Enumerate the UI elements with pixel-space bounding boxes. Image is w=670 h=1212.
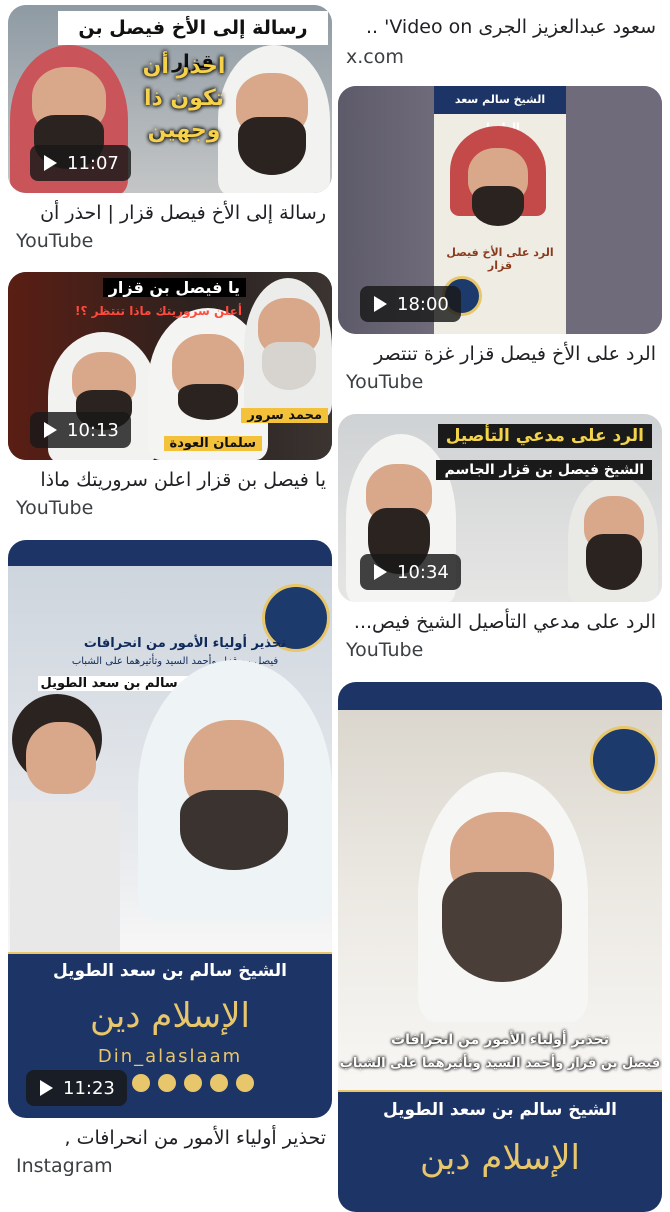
play-icon [44, 422, 57, 438]
video-thumbnail[interactable]: رسالة إلى الأخ فيصل بن قزار احذر أن تكون… [8, 5, 332, 193]
thumbnail-top-strip [338, 682, 662, 710]
video-duration: 11:07 [67, 152, 119, 174]
social-icon [132, 1074, 150, 1092]
thumbnail-subheadline: فيصل بن قزار وأحمد السيد وتأثيرهما على ا… [339, 1056, 661, 1071]
result-card[interactable]: يا فيصل بن قزار أعلن سروريتك ماذا تنتظر … [8, 272, 334, 522]
result-card[interactable]: تحذير أولياء الأمور من انحرافات فيصل بن … [338, 682, 664, 1212]
thumbnail-headline: يا فيصل بن قزار [102, 278, 246, 297]
thumbnail-banner: الشيخ سالم سعد الطويل [434, 86, 566, 134]
video-duration-badge: 11:23 [26, 1070, 127, 1106]
video-thumbnail[interactable]: الشيخ سالم سعد الطويل الرد على الأخ فيصل… [338, 86, 662, 334]
result-source: YouTube [16, 230, 94, 252]
result-title[interactable]: الرد على مدعي التأصيل الشيخ فيص... [338, 608, 664, 636]
result-title[interactable]: سعود عبدالعزيز الجرى Video on' .. [338, 0, 664, 42]
channel-handle: Din_alaslaam [97, 1046, 243, 1067]
result-card[interactable]: الرد على مدعي التأصيل الشيخ فيصل بن قزار… [338, 414, 664, 664]
person-beard [586, 534, 642, 590]
video-thumbnail[interactable]: الرد على مدعي التأصيل الشيخ فيصل بن قزار… [338, 414, 662, 602]
thumbnail-banner: الشيخ سالم بن سعد الطويل [8, 952, 332, 990]
thumbnail-headline: تحذير أولياء الأمور من انحرافات [83, 636, 287, 651]
video-duration-badge: 10:34 [360, 554, 461, 590]
result-card-x[interactable]: سعود عبدالعزيز الجرى Video on' .. x.com [338, 0, 664, 72]
result-card[interactable]: رسالة إلى الأخ فيصل بن قزار احذر أن تكون… [8, 5, 334, 255]
person-beard [442, 872, 562, 982]
person-beard [262, 342, 316, 390]
thumbnail-headline: الرد على مدعي التأصيل [437, 424, 652, 448]
social-icons-row [132, 1074, 254, 1092]
result-source: YouTube [346, 639, 424, 661]
play-icon [40, 1080, 53, 1096]
video-duration-badge: 11:07 [30, 145, 131, 181]
result-source: YouTube [16, 497, 94, 519]
thumbnail-banner: الشيخ سالم بن سعد الطويل [338, 1090, 662, 1130]
video-duration-badge: 18:00 [360, 286, 461, 322]
play-icon [374, 564, 387, 580]
channel-logo-text: الإسلام دين [90, 996, 250, 1036]
social-icon [184, 1074, 202, 1092]
person-robe [10, 802, 120, 952]
thumbnail-subheadline: أعلن سروريتك ماذا تنتظر ؟! [74, 304, 242, 318]
video-duration: 11:23 [63, 1077, 115, 1099]
thumbnail-subtitle: الرد على الأخ فيصل قزار [446, 246, 554, 272]
result-source: Instagram [16, 1155, 113, 1177]
person-beard [472, 186, 524, 226]
person-beard [178, 384, 238, 420]
person-beard [180, 790, 288, 870]
logo-badge-icon [590, 726, 658, 794]
result-source: YouTube [346, 371, 424, 393]
name-tag: محمد سرور [241, 408, 328, 423]
result-card[interactable]: الشيخ سالم سعد الطويل الرد على الأخ فيصل… [338, 86, 664, 396]
thumbnail-headline: رسالة إلى الأخ فيصل بن قزار [58, 11, 328, 73]
social-icon [210, 1074, 228, 1092]
thumbnail-overlay: احذر أن تكون ذا وجهين [142, 54, 226, 143]
result-title[interactable]: الرد على الأخ فيصل قزار غزة تنتصر [338, 340, 664, 368]
video-thumbnail[interactable]: تحذير أولياء الأمور من انحرافات فيصل بن … [8, 540, 332, 1118]
thumbnail-subheadline: الشيخ فيصل بن قزار الجاسم [436, 460, 652, 480]
result-title[interactable]: رسالة إلى الأخ فيصل قزار | احذر أن [8, 199, 334, 227]
play-icon [44, 155, 57, 171]
result-title[interactable]: يا فيصل بن قزار اعلن سروريتك ماذا [8, 466, 334, 494]
thumbnail-headline: تحذير أولياء الأمور من انحرافات [391, 1032, 609, 1048]
video-thumbnail[interactable]: يا فيصل بن قزار أعلن سروريتك ماذا تنتظر … [8, 272, 332, 460]
video-duration: 10:34 [397, 561, 449, 583]
video-thumbnail[interactable]: تحذير أولياء الأمور من انحرافات فيصل بن … [338, 682, 662, 1212]
thumbnail-top-strip [8, 540, 332, 566]
result-source: x.com [346, 46, 404, 68]
video-duration-badge: 10:13 [30, 412, 131, 448]
person-beard [238, 117, 306, 175]
result-title[interactable]: تحذير أولياء الأمور من انحرافات , [8, 1124, 334, 1152]
video-duration: 10:13 [67, 419, 119, 441]
video-duration: 18:00 [397, 293, 449, 315]
channel-logo-text: الإسلام دين [420, 1138, 580, 1178]
social-icon [158, 1074, 176, 1092]
play-icon [374, 296, 387, 312]
thumbnail-subheadline: فيصل بن قزار وأحمد السيد وتأثيرهما على ا… [71, 656, 279, 667]
social-icon [236, 1074, 254, 1092]
result-card[interactable]: تحذير أولياء الأمور من انحرافات فيصل بن … [8, 540, 334, 1180]
name-tag: سلمان العودة [163, 436, 262, 451]
person-face [26, 722, 96, 794]
